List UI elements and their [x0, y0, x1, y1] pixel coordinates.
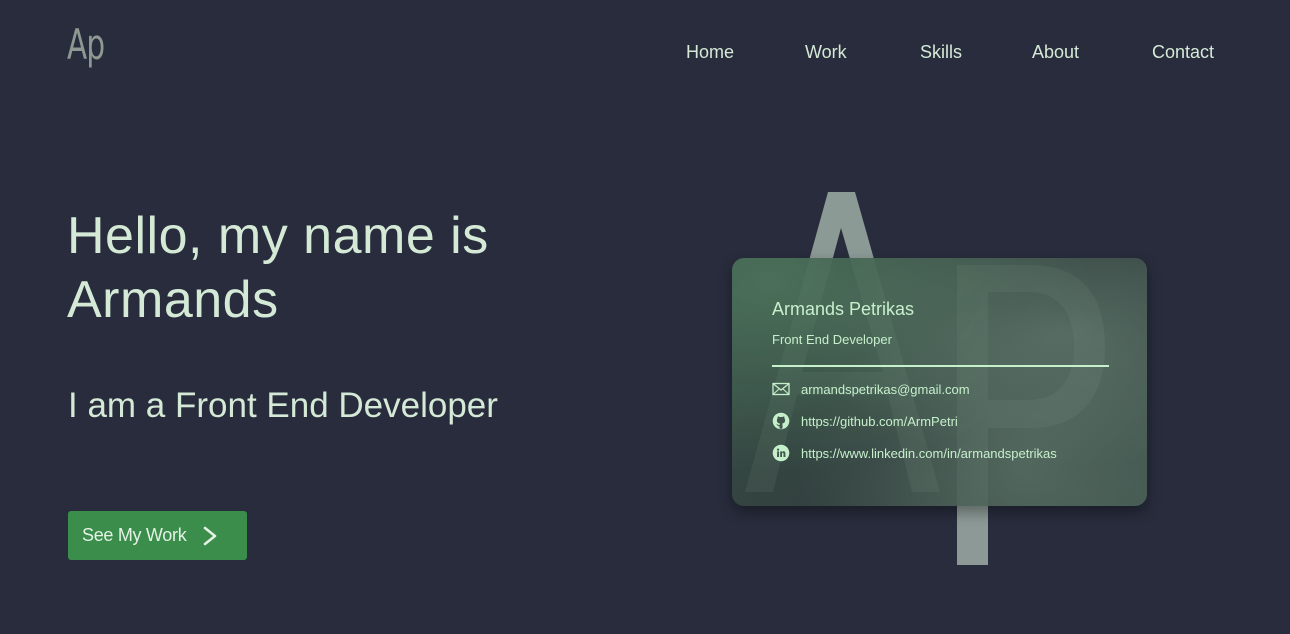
nav-item-work[interactable]: Work [805, 40, 847, 64]
mail-icon [772, 382, 790, 396]
card-role: Front End Developer [772, 332, 892, 347]
contact-github-text: https://github.com/ArmPetri [801, 413, 958, 429]
chevron-right-icon [204, 526, 217, 545]
contact-linkedin-text: https://www.linkedin.com/in/armandspetri… [801, 445, 1057, 461]
contact-email-text: armandspetrikas@gmail.com [801, 381, 970, 397]
hero-subtitle: I am a Front End Developer [68, 386, 498, 425]
main-nav: Home Work Skills About Contact [0, 40, 1290, 64]
nav-item-skills[interactable]: Skills [920, 40, 962, 64]
github-icon [772, 412, 790, 430]
nav-item-home[interactable]: Home [686, 40, 734, 64]
contact-email-link[interactable]: armandspetrikas@gmail.com [772, 379, 970, 399]
card-divider [772, 365, 1109, 367]
see-my-work-label: See My Work [82, 525, 187, 545]
hero-title: Hello, my name is Armands [67, 207, 489, 329]
contact-card: Armands Petrikas Front End Developer arm… [732, 258, 1147, 506]
see-my-work-button[interactable]: See My Work [68, 511, 247, 560]
page: Ap Home Work Skills About Contact Hello,… [0, 0, 1290, 634]
nav-item-contact[interactable]: Contact [1152, 40, 1214, 64]
nav-item-about[interactable]: About [1032, 40, 1079, 64]
card-name: Armands Petrikas [772, 299, 915, 319]
linkedin-icon [772, 444, 790, 462]
contact-linkedin-link[interactable]: https://www.linkedin.com/in/armandspetri… [772, 443, 1057, 463]
contact-github-link[interactable]: https://github.com/ArmPetri [772, 411, 958, 431]
